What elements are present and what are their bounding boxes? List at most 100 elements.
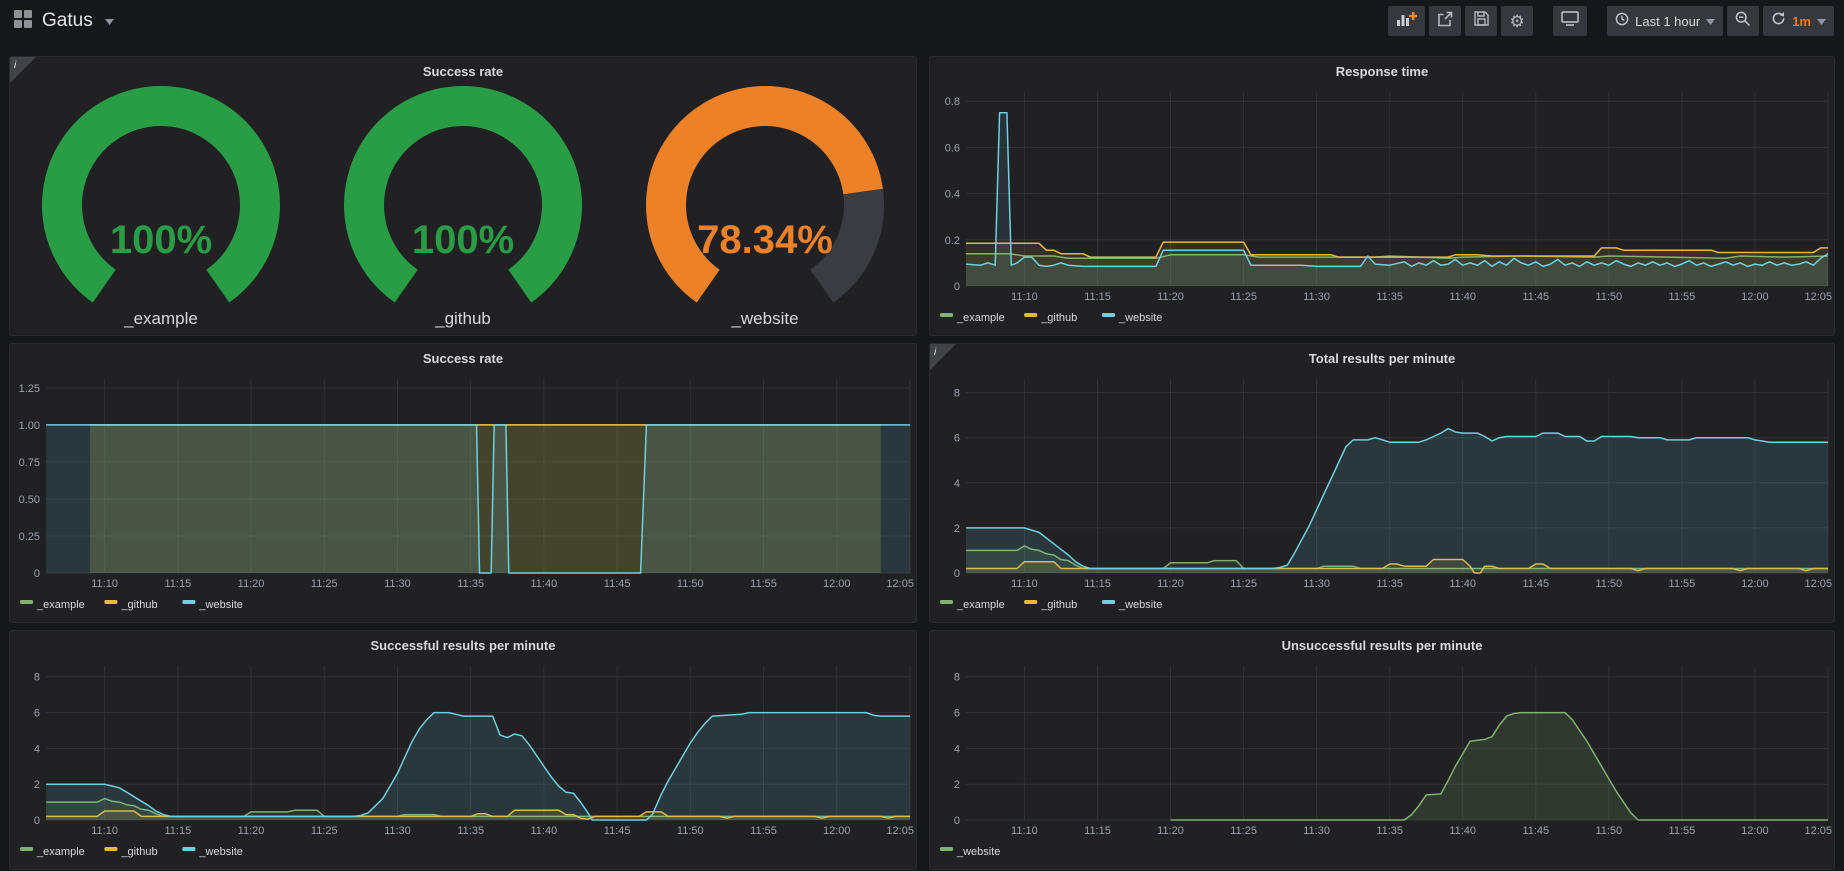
share-button[interactable]	[1429, 6, 1461, 36]
panel-successful-results: Successful results per minute 0246811:10…	[9, 630, 917, 870]
svg-text:11:45: 11:45	[1522, 578, 1549, 590]
panel-title[interactable]: Successful results per minute	[10, 631, 916, 659]
svg-text:_website: _website	[198, 846, 242, 858]
legend-item-_example[interactable]: _example	[20, 846, 85, 858]
svg-text:2: 2	[954, 523, 960, 535]
series-_website-area	[1171, 713, 1829, 820]
legend-item-_website[interactable]: _website	[182, 599, 243, 611]
time-range-button[interactable]: Last 1 hour	[1607, 6, 1723, 36]
svg-text:11:50: 11:50	[1595, 825, 1622, 837]
svg-text:11:25: 11:25	[311, 578, 338, 590]
svg-text:_github: _github	[120, 846, 157, 858]
add-panel-icon	[1396, 11, 1417, 32]
svg-text:2: 2	[34, 779, 40, 791]
svg-text:1.25: 1.25	[19, 383, 40, 395]
svg-text:11:30: 11:30	[1303, 578, 1330, 590]
svg-text:0.6: 0.6	[945, 142, 960, 154]
legend-item-_github[interactable]: _github	[104, 846, 157, 858]
add-panel-button[interactable]	[1388, 6, 1425, 36]
clock-icon	[1615, 12, 1629, 31]
tv-mode-button[interactable]	[1553, 6, 1587, 36]
share-icon	[1437, 11, 1453, 32]
svg-text:11:15: 11:15	[1084, 578, 1111, 590]
svg-text:11:35: 11:35	[457, 578, 484, 590]
panel-title[interactable]: Success rate	[10, 57, 916, 85]
save-button[interactable]	[1465, 6, 1497, 36]
svg-text:11:55: 11:55	[1669, 578, 1696, 590]
panel-success-rate-gauges: i Success rate 100% _example 100% _githu…	[9, 56, 917, 336]
panel-info-icon[interactable]: i	[10, 57, 36, 83]
svg-text:6: 6	[34, 708, 40, 720]
svg-text:4: 4	[34, 743, 40, 755]
successful-results-chart: 0246811:1011:1511:2011:2511:3011:3511:40…	[10, 659, 916, 869]
legend-item-_website[interactable]: _website	[182, 846, 243, 858]
svg-text:_website: _website	[198, 599, 242, 611]
svg-text:4: 4	[954, 478, 960, 490]
panel-info-icon[interactable]: i	[930, 344, 956, 370]
legend-item-_example[interactable]: _example	[940, 312, 1005, 324]
grid-lines	[966, 666, 1828, 820]
svg-text:11:20: 11:20	[1157, 825, 1184, 837]
gauge-github: 100% _github	[312, 85, 614, 335]
svg-text:_example: _example	[956, 312, 1005, 324]
total-results-chart: 0246811:1011:1511:2011:2511:3011:3511:40…	[930, 372, 1834, 622]
svg-text:11:30: 11:30	[1303, 291, 1330, 303]
save-icon	[1474, 11, 1489, 31]
svg-text:11:55: 11:55	[750, 825, 777, 837]
svg-text:11:25: 11:25	[1230, 578, 1257, 590]
svg-text:2: 2	[954, 779, 960, 791]
gauge-example: 100% _example	[10, 85, 312, 335]
legend-item-_example[interactable]: _example	[940, 599, 1005, 611]
legend-item-_website[interactable]: _website	[1102, 312, 1162, 324]
svg-text:0.75: 0.75	[19, 457, 40, 469]
gauge-website: 78.34% _website	[614, 85, 916, 335]
svg-text:0: 0	[34, 568, 40, 580]
legend: _example _github _website	[940, 599, 1162, 611]
svg-text:0.25: 0.25	[19, 531, 40, 543]
svg-text:11:15: 11:15	[164, 578, 191, 590]
zoom-out-icon	[1735, 11, 1751, 32]
panel-title[interactable]: Success rate	[10, 344, 916, 372]
panel-total-results: i Total results per minute 0246811:1011:…	[929, 343, 1835, 623]
series-_website-area	[966, 429, 1828, 573]
legend-item-_github[interactable]: _github	[104, 599, 157, 611]
legend: _example _github _website	[20, 599, 243, 611]
panel-title[interactable]: Unsuccessful results per minute	[930, 631, 1834, 659]
gauge-label: _website	[731, 309, 798, 329]
success-rate-chart: 00.250.500.751.001.2511:1011:1511:2011:2…	[10, 372, 916, 622]
svg-text:6: 6	[954, 433, 960, 445]
svg-text:_example: _example	[36, 599, 85, 611]
svg-text:11:55: 11:55	[1669, 825, 1696, 837]
panel-title[interactable]: Total results per minute	[930, 344, 1834, 372]
refresh-button[interactable]: 1m	[1763, 6, 1834, 36]
x-axis-labels: 11:1011:1511:2011:2511:3011:3511:4011:45…	[1011, 291, 1832, 303]
svg-text:11:45: 11:45	[604, 578, 631, 590]
legend-item-_github[interactable]: _github	[1024, 599, 1077, 611]
svg-text:11:35: 11:35	[1376, 578, 1403, 590]
legend-item-_website[interactable]: _website	[940, 846, 1000, 858]
x-axis-labels: 11:1011:1511:2011:2511:3011:3511:4011:45…	[1011, 825, 1832, 837]
svg-text:0.2: 0.2	[945, 235, 960, 247]
svg-text:0.4: 0.4	[945, 189, 960, 201]
svg-text:11:35: 11:35	[1376, 291, 1403, 303]
navbar: Gatus ⚙	[0, 0, 1844, 42]
svg-text:_github: _github	[120, 599, 157, 611]
svg-text:11:25: 11:25	[1230, 825, 1257, 837]
x-axis-labels: 11:1011:1511:2011:2511:3011:3511:4011:45…	[91, 578, 914, 590]
svg-text:11:50: 11:50	[677, 825, 704, 837]
gauge-example-svg: 100%	[10, 85, 312, 307]
svg-text:11:40: 11:40	[531, 578, 558, 590]
svg-text:_github: _github	[1040, 312, 1077, 324]
legend-item-_example[interactable]: _example	[20, 599, 85, 611]
tv-mode-icon	[1561, 11, 1579, 31]
legend-item-_website[interactable]: _website	[1102, 599, 1162, 611]
svg-text:11:20: 11:20	[238, 578, 265, 590]
legend-item-_github[interactable]: _github	[1024, 312, 1077, 324]
svg-text:11:15: 11:15	[1084, 825, 1111, 837]
zoom-out-button[interactable]	[1727, 6, 1759, 36]
dashboard-title-button[interactable]: Gatus	[14, 10, 114, 33]
svg-text:_website: _website	[1118, 312, 1162, 324]
panel-title[interactable]: Response time	[930, 57, 1834, 85]
settings-button[interactable]: ⚙	[1501, 6, 1533, 36]
svg-text:0: 0	[954, 281, 960, 293]
